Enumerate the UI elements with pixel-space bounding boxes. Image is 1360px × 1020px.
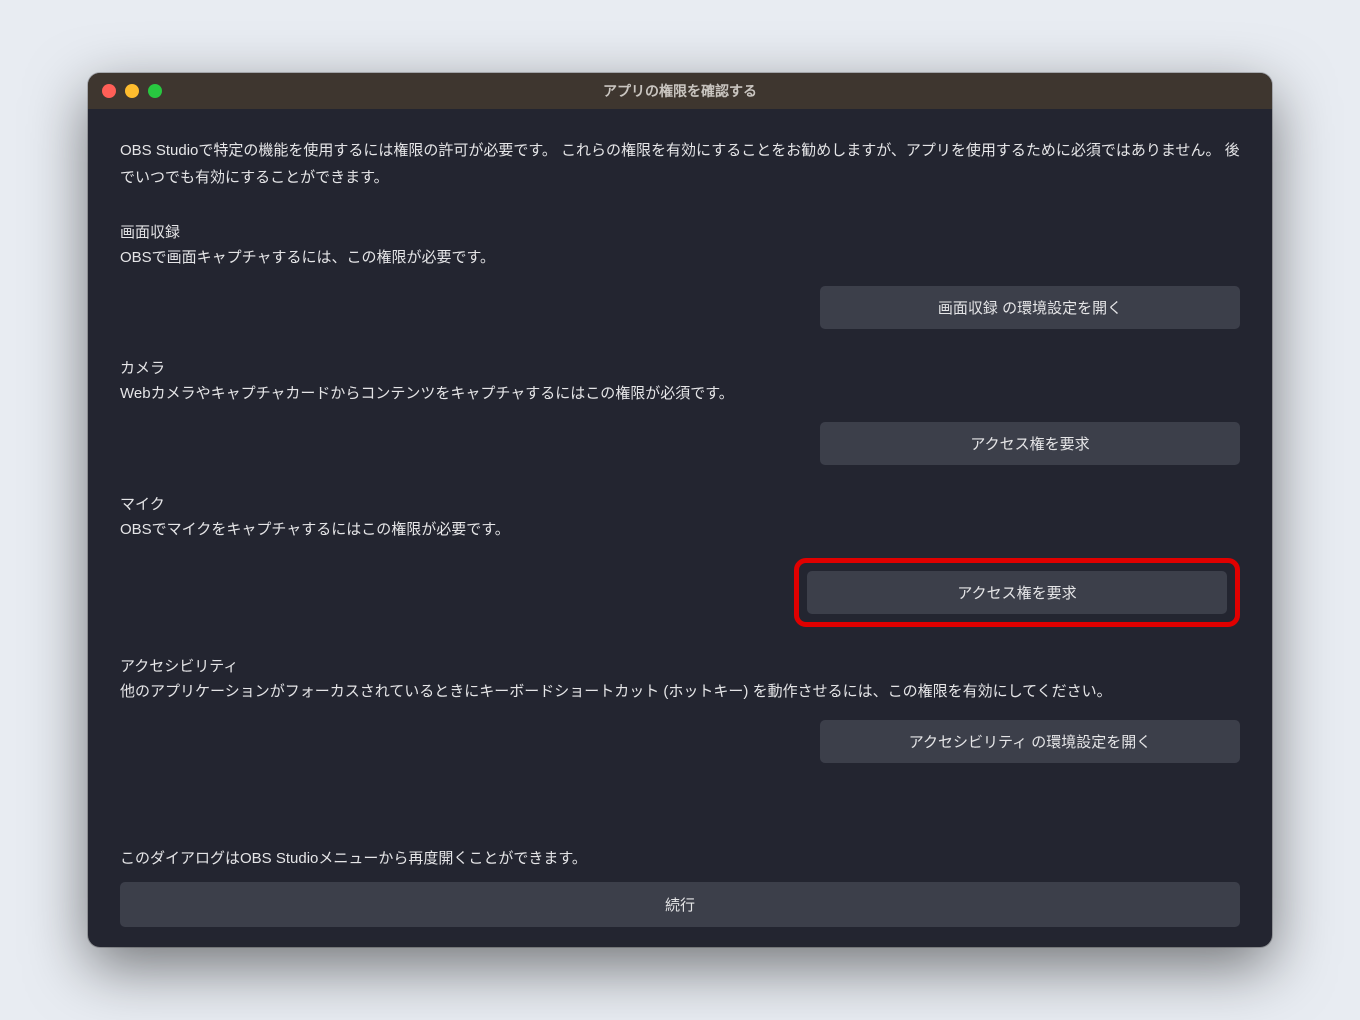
button-row: 画面収録 の環境設定を開く: [120, 286, 1240, 329]
section-title: カメラ: [120, 357, 1240, 378]
dialog-content: OBS Studioで特定の機能を使用するには権限の許可が必要です。 これらの権…: [88, 109, 1272, 947]
button-row: アクセシビリティ の環境設定を開く: [120, 720, 1240, 763]
open-screen-recording-settings-button[interactable]: 画面収録 の環境設定を開く: [820, 286, 1240, 329]
open-accessibility-settings-button[interactable]: アクセシビリティ の環境設定を開く: [820, 720, 1240, 763]
section-desc: OBSで画面キャプチャするには、この権限が必要です。: [120, 246, 1240, 270]
section-desc: Webカメラやキャプチャカードからコンテンツをキャプチャするにはこの権限が必須で…: [120, 382, 1240, 406]
section-title: アクセシビリティ: [120, 655, 1240, 676]
window-controls: [88, 84, 162, 98]
continue-button[interactable]: 続行: [120, 882, 1240, 927]
zoom-icon[interactable]: [148, 84, 162, 98]
titlebar: アプリの権限を確認する: [88, 73, 1272, 109]
section-microphone: マイク OBSでマイクをキャプチャするにはこの権限が必要です。 アクセス権を要求: [120, 493, 1240, 627]
request-microphone-access-button[interactable]: アクセス権を要求: [807, 571, 1227, 614]
footer-note: このダイアログはOBS Studioメニューから再度開くことができます。: [120, 847, 1240, 868]
section-desc: 他のアプリケーションがフォーカスされているときにキーボードショートカット (ホッ…: [120, 680, 1240, 704]
intro-text: OBS Studioで特定の機能を使用するには権限の許可が必要です。 これらの権…: [120, 137, 1240, 191]
minimize-icon[interactable]: [125, 84, 139, 98]
window-title: アプリの権限を確認する: [88, 81, 1272, 101]
section-desc: OBSでマイクをキャプチャするにはこの権限が必要です。: [120, 518, 1240, 542]
highlight-annotation: アクセス権を要求: [794, 558, 1240, 627]
button-row: アクセス権を要求: [120, 422, 1240, 465]
section-accessibility: アクセシビリティ 他のアプリケーションがフォーカスされているときにキーボードショ…: [120, 655, 1240, 763]
button-row: アクセス権を要求: [120, 558, 1240, 627]
section-screen-recording: 画面収録 OBSで画面キャプチャするには、この権限が必要です。 画面収録 の環境…: [120, 221, 1240, 329]
section-title: 画面収録: [120, 221, 1240, 242]
close-icon[interactable]: [102, 84, 116, 98]
section-title: マイク: [120, 493, 1240, 514]
permissions-dialog: アプリの権限を確認する OBS Studioで特定の機能を使用するには権限の許可…: [88, 73, 1272, 947]
section-camera: カメラ Webカメラやキャプチャカードからコンテンツをキャプチャするにはこの権限…: [120, 357, 1240, 465]
request-camera-access-button[interactable]: アクセス権を要求: [820, 422, 1240, 465]
